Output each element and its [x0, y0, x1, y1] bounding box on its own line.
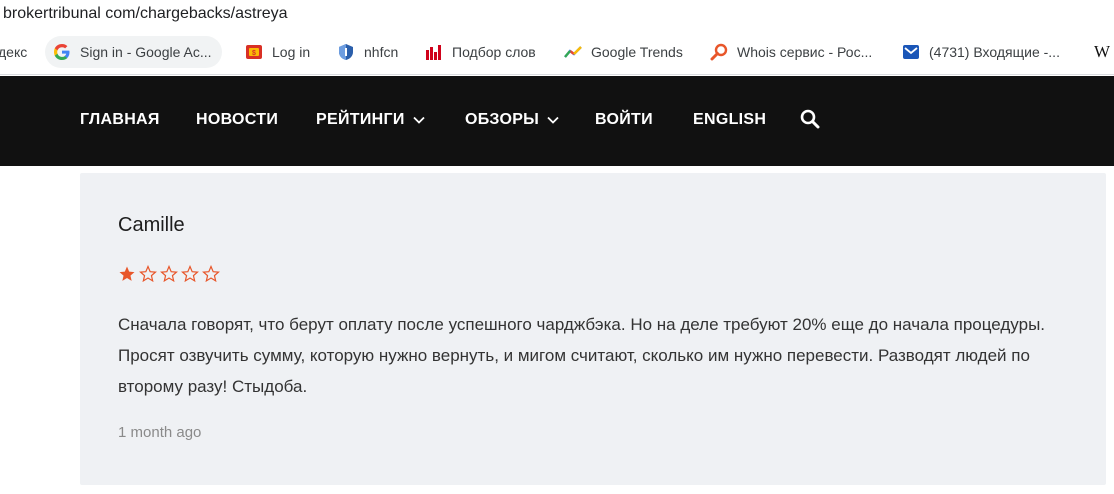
chevron-down-icon: [547, 116, 559, 124]
chevron-down-icon: [413, 116, 425, 124]
nav-item-home[interactable]: ГЛАВНАЯ: [80, 109, 160, 131]
bookmark-label: Whois сервис - Рос...: [737, 44, 873, 60]
bookmark-inbox[interactable]: (4731) Входящие -...: [894, 36, 1070, 68]
nav-label: ОБЗОРЫ: [465, 111, 540, 128]
bookmarks-bar: декс Sign in - Google Ac... $ Log in nhf…: [0, 30, 1114, 75]
nav-label: НОВОСТИ: [196, 111, 279, 128]
nav-label: ВОЙТИ: [595, 111, 653, 128]
review-author: Camille: [118, 214, 185, 236]
svg-text:$: $: [252, 50, 256, 57]
address-bar[interactable]: brokertribunal com/chargebacks/astreya: [0, 0, 1114, 30]
bookmark-label: Sign in - Google Ac...: [80, 44, 212, 60]
nav-label: ГЛАВНАЯ: [80, 111, 160, 128]
nav-item-reviews[interactable]: ОБЗОРЫ: [465, 109, 559, 131]
bar-chart-icon: [425, 43, 443, 61]
bookmark-label: nhfcn: [364, 44, 399, 60]
wikipedia-icon: W: [1094, 42, 1111, 61]
review-text: Сначала говорят, что берут оплату после …: [118, 315, 1046, 396]
nav-label: РЕЙТИНГИ: [316, 111, 405, 128]
bookmark-nhfcn[interactable]: nhfcn: [329, 36, 408, 68]
nav-item-login[interactable]: ВОЙТИ: [595, 109, 653, 131]
star-empty-icon: [160, 265, 178, 283]
nav-label: ENGLISH: [693, 111, 767, 128]
url-text[interactable]: brokertribunal com/chargebacks/astreya: [3, 5, 288, 23]
trends-icon: [564, 43, 582, 61]
shield-icon: [337, 43, 355, 61]
bookmark-login[interactable]: $ Log in: [237, 36, 320, 68]
google-icon: [53, 43, 71, 61]
bookmark-whois[interactable]: Whois сервис - Рос...: [702, 36, 882, 68]
bookmark-label: Google Trends: [591, 44, 683, 60]
nav-item-english[interactable]: ENGLISH: [693, 109, 766, 131]
nav-item-ratings[interactable]: РЕЙТИНГИ: [316, 109, 425, 131]
magnifier-icon: [710, 43, 728, 61]
bookmark-podbor-slov[interactable]: Подбор слов: [417, 36, 546, 68]
bookmark-label: Log in: [272, 44, 311, 60]
bookmark-label: декс: [0, 44, 28, 60]
bookmark-google-signin[interactable]: Sign in - Google Ac...: [45, 36, 222, 68]
search-icon[interactable]: [800, 109, 820, 129]
review-date: 1 month ago: [118, 424, 202, 441]
nav-item-news[interactable]: НОВОСТИ: [196, 109, 278, 131]
login-site-icon: $: [245, 43, 263, 61]
bookmark-label: (4731) Входящие -...: [929, 44, 1060, 60]
star-empty-icon: [139, 265, 157, 283]
star-empty-icon: [181, 265, 199, 283]
star-filled-icon: [118, 265, 136, 283]
bookmark-google-trends[interactable]: Google Trends: [556, 36, 693, 68]
bookmark-label: Подбор слов: [452, 44, 536, 60]
bookmark-yandex[interactable]: декс: [0, 36, 37, 68]
star-empty-icon: [202, 265, 220, 283]
mail-icon: [902, 43, 920, 61]
star-rating: [118, 265, 220, 283]
bookmark-wikipedia[interactable]: W: [1086, 36, 1114, 68]
